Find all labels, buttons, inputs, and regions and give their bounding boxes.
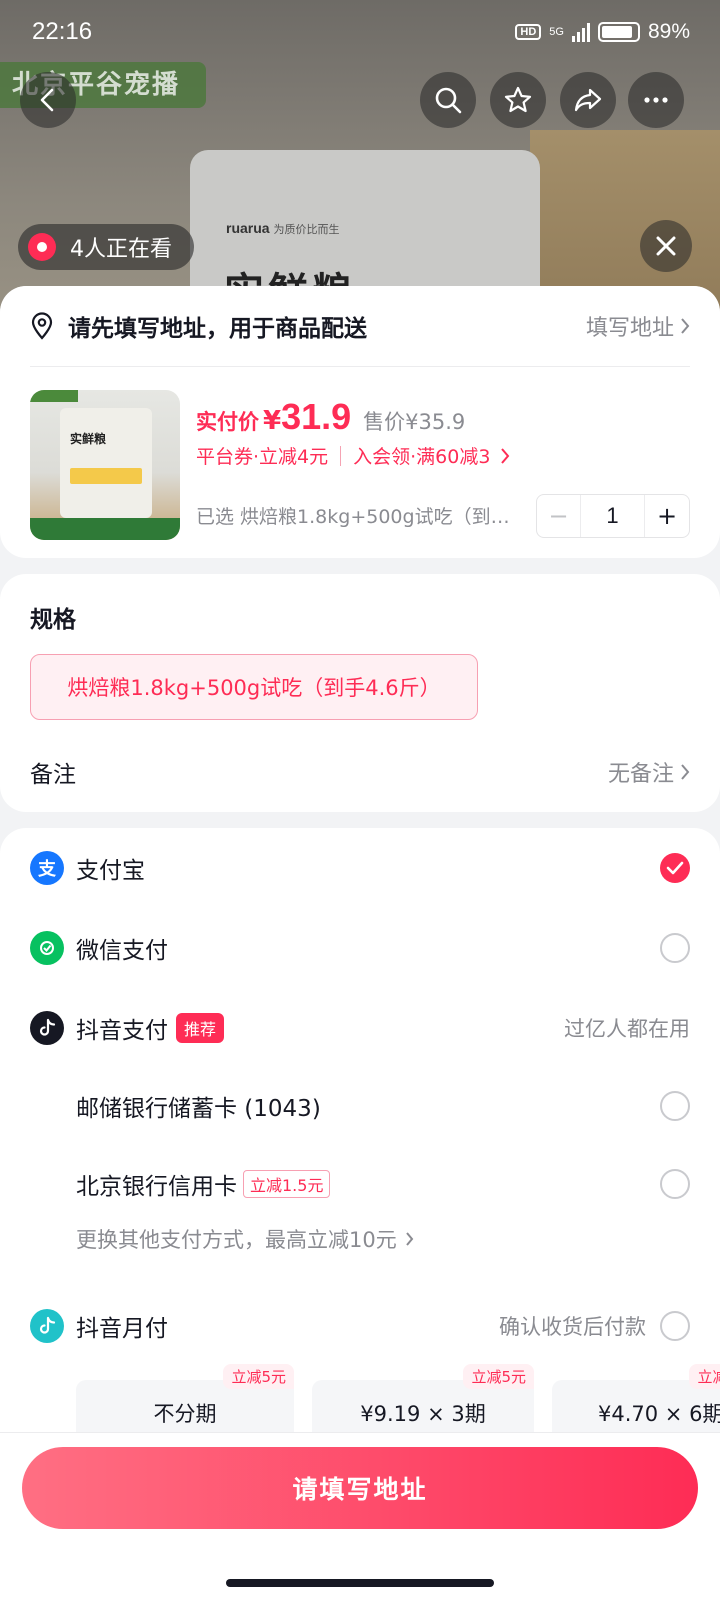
search-button[interactable] [420, 72, 476, 128]
product-thumbnail[interactable]: 实鲜粮 [30, 390, 180, 540]
signal-icon [571, 22, 590, 42]
status-time: 22:16 [32, 18, 93, 45]
more-payment-link[interactable]: 更换其他支付方式，最高立减10元 [76, 1224, 414, 1254]
chevron-right-icon [681, 318, 690, 334]
douyin-pay-icon [30, 1011, 64, 1045]
battery-percent: 89% [647, 20, 690, 43]
monthly-label: 抖音月付 [76, 1316, 168, 1342]
installment-label: 不分期 [153, 1402, 217, 1426]
back-button[interactable] [20, 72, 76, 128]
platform-coupon: 平台券·立减4元 [196, 446, 329, 468]
selected-spec-summary: 已选 烘焙粮1.8kg+500g试吃（到手4.6斤） [196, 506, 518, 528]
spec-option[interactable]: 烘焙粮1.8kg+500g试吃（到手4.6斤） [30, 654, 478, 720]
postal-card-label: 邮储银行储蓄卡 (1043) [76, 1096, 321, 1122]
wechat-radio[interactable] [660, 933, 690, 963]
postal-card-radio[interactable] [660, 1091, 690, 1121]
viewer-count-badge: 4人正在看 [18, 224, 194, 270]
back-icon [40, 88, 54, 112]
checkout-sheet: 请先填写地址，用于商品配送 填写地址 实鲜粮 实付价 ¥ 31.9 售价¥35.… [0, 286, 720, 1601]
installment-badge: 立减5元 [463, 1364, 534, 1389]
chevron-right-icon [681, 764, 690, 780]
close-button[interactable] [640, 220, 692, 272]
pay-option-alipay[interactable]: 支 支付宝 [30, 846, 690, 890]
divider [30, 366, 690, 367]
alipay-radio[interactable] [660, 853, 690, 883]
note-label: 备注 [30, 762, 76, 788]
pay-option-monthly[interactable]: 抖音月付 确认收货后付款 [30, 1304, 690, 1348]
chevron-right-icon [405, 1232, 414, 1246]
monthly-hint: 确认收货后付款 [499, 1315, 646, 1339]
note-value-text: 无备注 [607, 762, 674, 787]
pay-option-bj-card[interactable]: 北京银行信用卡 立减1.5元 [30, 1162, 690, 1206]
bj-card-label: 北京银行信用卡 [76, 1174, 237, 1200]
pay-option-wechat[interactable]: 微信支付 [30, 926, 690, 970]
fill-address-link[interactable]: 填写地址 [586, 310, 690, 342]
network-type: 5G [549, 26, 564, 38]
spec-card: 规格 烘焙粮1.8kg+500g试吃（到手4.6斤） 备注 无备注 [0, 574, 720, 812]
price-value: 31.9 [281, 396, 352, 437]
status-bar: 22:16 HD 5G 89% [0, 0, 720, 66]
battery-icon [597, 22, 640, 42]
douyin-hint: 过亿人都在用 [564, 1017, 690, 1041]
spec-title: 规格 [30, 607, 76, 633]
bj-card-discount: 立减1.5元 [243, 1170, 331, 1198]
decrease-button[interactable]: − [537, 495, 581, 537]
alipay-icon: 支 [30, 851, 64, 885]
installment-label: ¥4.70 × 6期 [598, 1402, 720, 1426]
price-label: 实付价 [196, 410, 259, 434]
increase-button[interactable]: + [645, 495, 689, 537]
location-icon [31, 312, 53, 340]
chevron-right-icon [501, 447, 510, 464]
check-icon [666, 861, 684, 875]
viewer-count: 4人正在看 [70, 237, 172, 262]
coupon-row[interactable]: 平台券·立减4元 入会领·满60减3 [196, 442, 510, 469]
price-row: 实付价 ¥ 31.9 售价¥35.9 [196, 396, 465, 438]
alipay-label: 支付宝 [76, 858, 145, 884]
more-icon [644, 97, 668, 103]
note-row[interactable]: 备注 无备注 [30, 752, 690, 792]
pay-option-douyin[interactable]: 抖音支付 推荐 过亿人都在用 [30, 1006, 690, 1050]
address-prompt: 请先填写地址，用于商品配送 [68, 316, 367, 342]
share-icon [574, 88, 602, 112]
installment-label: ¥9.19 × 3期 [360, 1402, 486, 1426]
hd-icon: HD [515, 24, 542, 40]
douyin-monthly-icon [30, 1309, 64, 1343]
note-value: 无备注 [608, 756, 690, 788]
search-icon [435, 87, 462, 114]
fill-address-button[interactable]: 请填写地址 [22, 1447, 698, 1529]
address-row[interactable]: 请先填写地址，用于商品配送 填写地址 [30, 308, 690, 344]
member-coupon[interactable]: 入会领·满60减3 [353, 442, 490, 469]
more-payment-label: 更换其他支付方式，最高立减10元 [76, 1228, 397, 1252]
pay-option-postal-card[interactable]: 邮储银行储蓄卡 (1043) [30, 1084, 690, 1128]
favorite-button[interactable] [490, 72, 546, 128]
home-indicator[interactable] [226, 1579, 494, 1587]
currency: ¥ [263, 406, 282, 436]
recommend-badge: 推荐 [176, 1013, 225, 1043]
live-location-icon [28, 233, 56, 261]
douyin-label: 抖音支付 [76, 1018, 168, 1044]
wechat-label: 微信支付 [76, 938, 168, 964]
installment-badge: 立减5元 [689, 1364, 720, 1389]
close-icon [656, 236, 676, 256]
quantity-stepper: − 1 + [536, 494, 690, 538]
monthly-radio[interactable] [660, 1311, 690, 1341]
original-price: 售价¥35.9 [363, 410, 466, 434]
footer-bar: 请填写地址 [0, 1432, 720, 1601]
star-icon [504, 86, 532, 113]
fill-address-label: 填写地址 [585, 316, 674, 341]
installment-badge: 立减5元 [223, 1364, 294, 1389]
bag-brand: ruarua 为质价比而生 [226, 220, 340, 236]
wechat-pay-icon [30, 931, 64, 965]
quantity-value[interactable]: 1 [581, 495, 645, 537]
more-button[interactable] [628, 72, 684, 128]
share-button[interactable] [560, 72, 616, 128]
bj-card-radio[interactable] [660, 1169, 690, 1199]
product-card: 请先填写地址，用于商品配送 填写地址 实鲜粮 实付价 ¥ 31.9 售价¥35.… [0, 286, 720, 558]
thumb-title: 实鲜粮 [70, 432, 107, 446]
